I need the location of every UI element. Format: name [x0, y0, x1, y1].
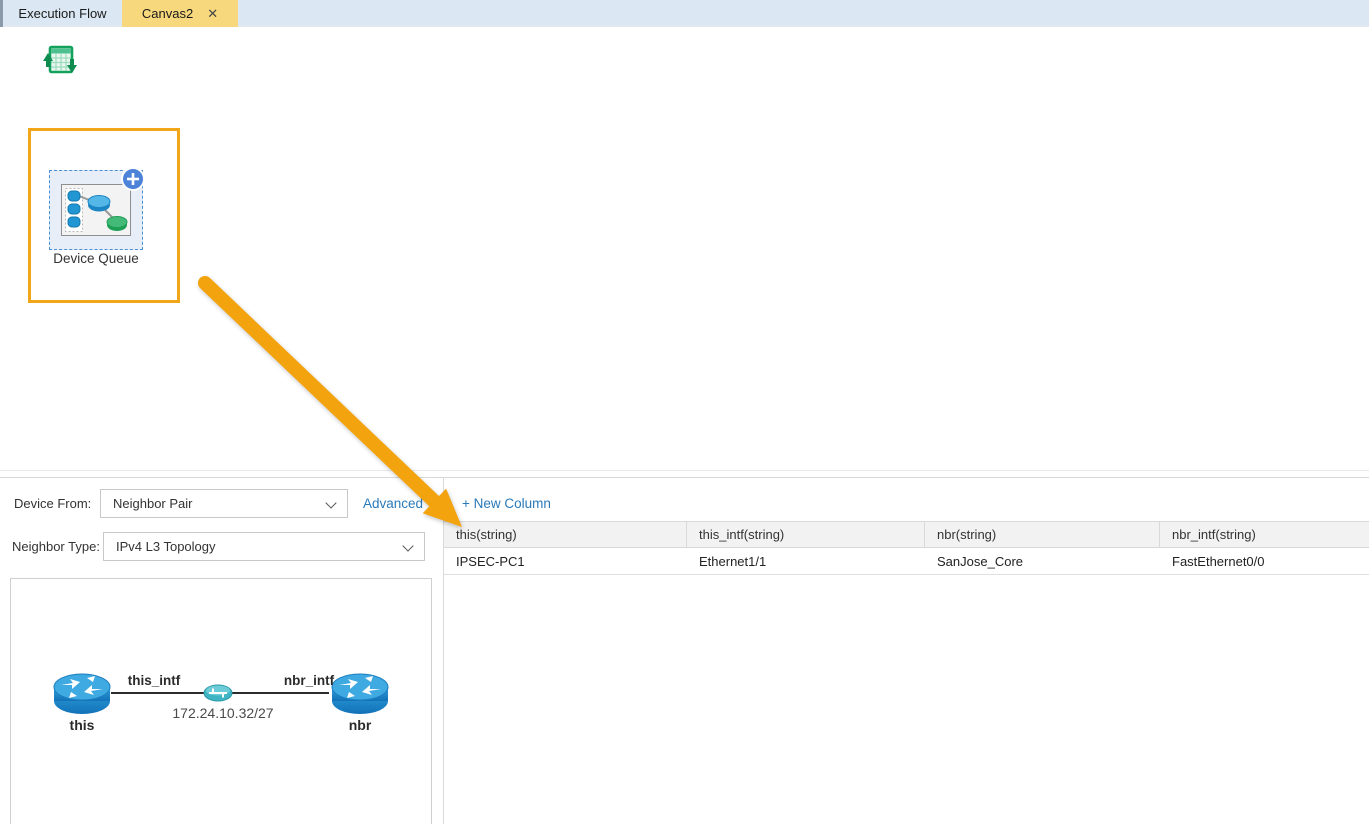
media-subnet-icon	[203, 684, 233, 702]
subnet-label: 172.24.10.32/27	[165, 705, 281, 721]
this-intf-label: this_intf	[114, 673, 194, 688]
app-window: Execution Flow Canvas2 ✕	[0, 0, 1369, 824]
tab-execution-flow[interactable]: Execution Flow	[3, 0, 122, 27]
cell-this-intf[interactable]: Ethernet1/1	[687, 548, 925, 574]
cell-nbr-intf[interactable]: FastEthernet0/0	[1160, 548, 1369, 574]
column-header-nbr-intf[interactable]: nbr_intf(string)	[1160, 522, 1369, 547]
nbr-device-label: nbr	[331, 717, 389, 733]
device-from-select[interactable]: Neighbor Pair	[100, 489, 348, 518]
flowchart-canvas[interactable]: Device Queue	[0, 28, 1369, 470]
chevron-down-icon	[325, 497, 336, 508]
neighbor-pair-preview: this_intf nbr_intf this nbr 172.24.10.32…	[10, 578, 432, 824]
new-column-link[interactable]: + New Column	[462, 496, 551, 511]
tab-bar: Execution Flow Canvas2 ✕	[0, 0, 1369, 27]
this-device-label: this	[53, 717, 111, 733]
column-header-this[interactable]: this(string)	[444, 522, 687, 547]
table-header-row: this(string) this_intf(string) nbr(strin…	[444, 521, 1369, 548]
device-from-label: Device From:	[14, 496, 91, 511]
tab-execution-flow-label: Execution Flow	[18, 6, 106, 21]
column-header-nbr[interactable]: nbr(string)	[925, 522, 1160, 547]
device-queue-label: Device Queue	[34, 251, 158, 266]
device-queue-node[interactable]	[49, 170, 143, 250]
neighbor-type-select[interactable]: IPv4 L3 Topology	[103, 532, 425, 561]
column-header-this-intf[interactable]: this_intf(string)	[687, 522, 925, 547]
neighbor-type-value: IPv4 L3 Topology	[116, 539, 216, 554]
table-row[interactable]: IPSEC-PC1 Ethernet1/1 SanJose_Core FastE…	[444, 548, 1369, 575]
neighbor-type-label: Neighbor Type:	[12, 539, 100, 554]
nbr-intf-label: nbr_intf	[269, 673, 349, 688]
advanced-link[interactable]: Advanced	[363, 496, 423, 511]
add-plus-badge-icon[interactable]	[120, 166, 146, 192]
tab-canvas2[interactable]: Canvas2 ✕	[122, 0, 238, 27]
bottom-panel: Device From: Neighbor Pair Advanced Neig…	[0, 478, 1369, 824]
cell-nbr[interactable]: SanJose_Core	[925, 548, 1160, 574]
splitter-line-top	[0, 470, 1369, 471]
chevron-down-icon	[402, 540, 413, 551]
device-from-value: Neighbor Pair	[113, 496, 193, 511]
table-sync-icon[interactable]	[42, 44, 78, 80]
router-icon-this	[53, 668, 111, 716]
tab-canvas2-label: Canvas2	[142, 6, 193, 21]
result-table: this(string) this_intf(string) nbr(strin…	[444, 521, 1369, 575]
result-table-area: + New Column this(string) this_intf(stri…	[444, 478, 1369, 824]
close-icon[interactable]: ✕	[207, 7, 218, 20]
cell-this[interactable]: IPSEC-PC1	[444, 548, 687, 574]
